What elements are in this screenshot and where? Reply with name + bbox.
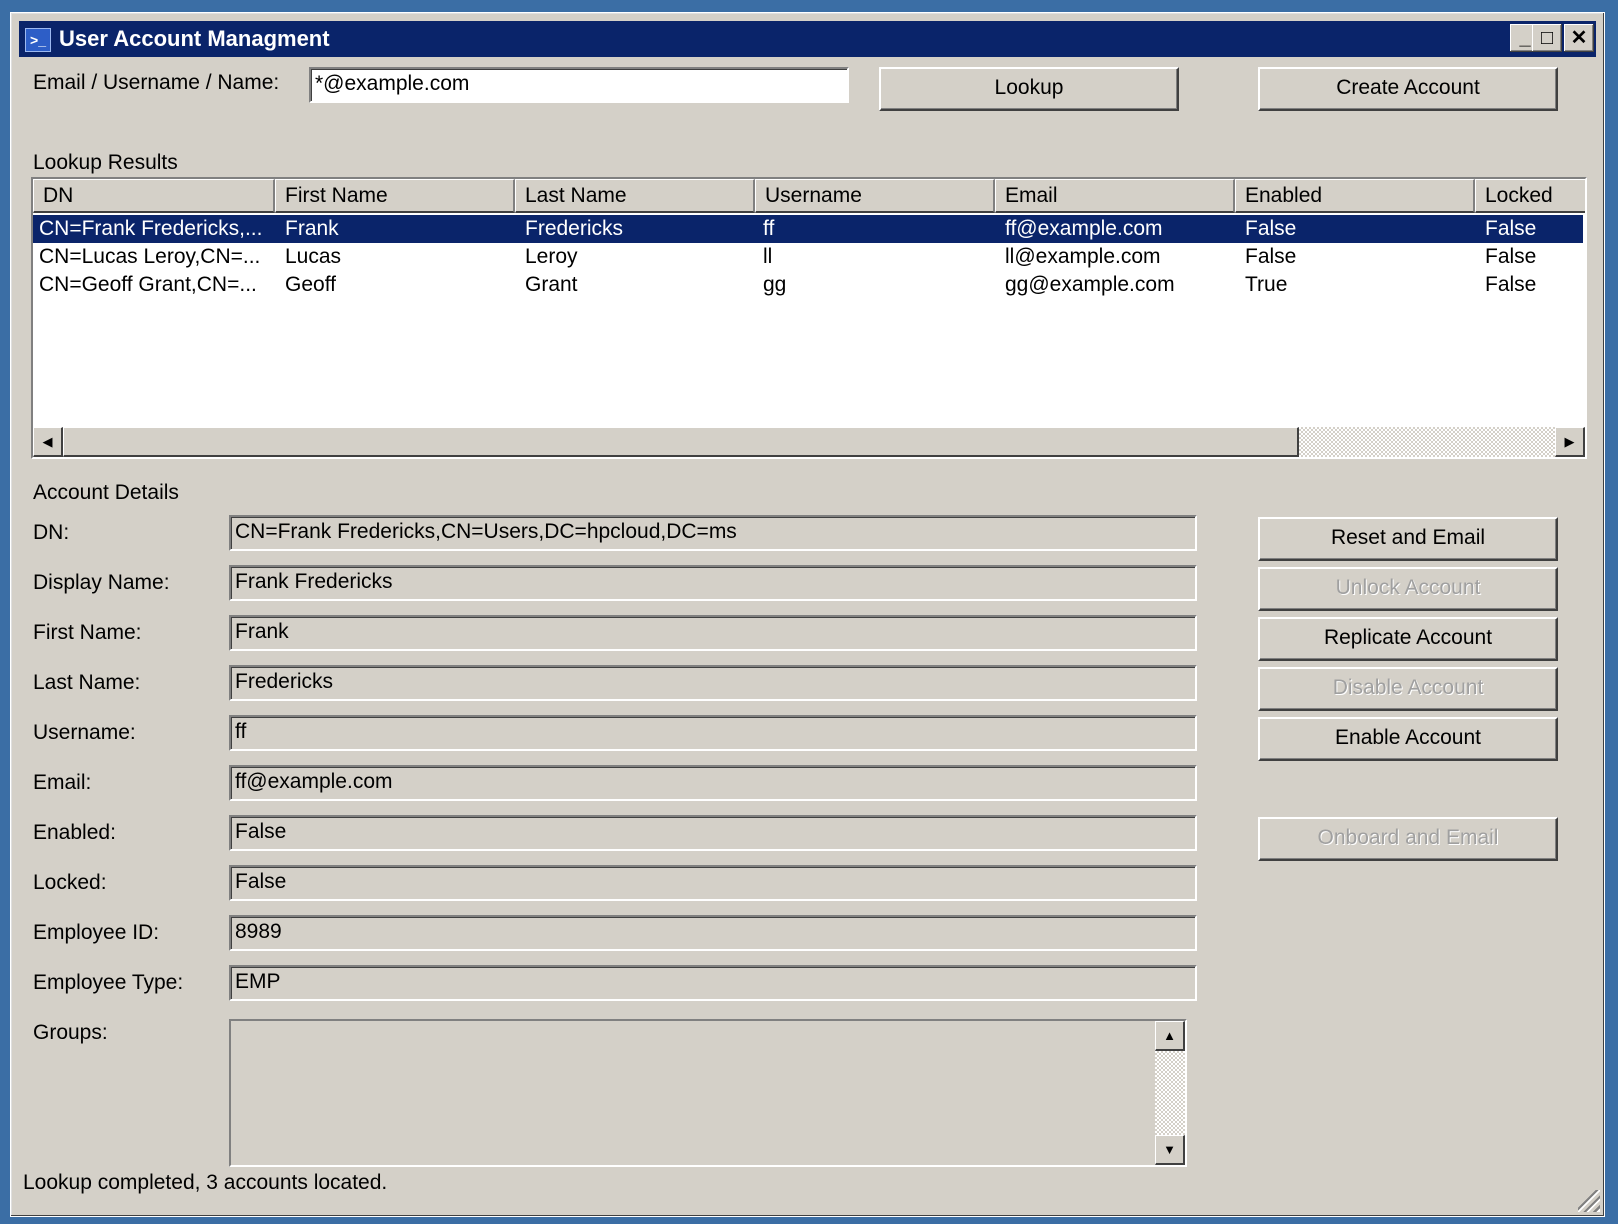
- scroll-up-icon[interactable]: ▲: [1155, 1021, 1185, 1051]
- cell-email: ff@example.com: [1005, 217, 1163, 240]
- table-row[interactable]: CN=Geoff Grant,CN=... Geoff Grant gg gg@…: [33, 271, 1583, 299]
- cell-locked: False: [1485, 273, 1537, 296]
- locked-label: Locked:: [33, 871, 107, 894]
- cell-enabled: True: [1245, 273, 1288, 296]
- search-input[interactable]: *@example.com: [309, 67, 849, 103]
- employee-type-label: Employee Type:: [33, 971, 184, 994]
- cell-username: gg: [763, 273, 787, 296]
- cell-email: ll@example.com: [1005, 245, 1161, 268]
- title-bar[interactable]: >_ User Account Managment _ □ ✕: [19, 21, 1596, 57]
- scroll-left-icon[interactable]: ◀: [33, 427, 63, 457]
- first-name-label: First Name:: [33, 621, 142, 644]
- scroll-right-icon[interactable]: ▶: [1555, 427, 1585, 457]
- cell-username: ff: [763, 217, 775, 240]
- resize-grip-icon[interactable]: [1578, 1190, 1600, 1212]
- horizontal-scrollbar[interactable]: ◀ ▶: [33, 427, 1585, 457]
- cell-dn: CN=Geoff Grant,CN=...: [39, 273, 257, 296]
- listview-header: DN First Name Last Name Username Email E…: [33, 179, 1585, 213]
- lookup-button[interactable]: Lookup: [879, 67, 1179, 111]
- cell-first-name: Geoff: [285, 273, 336, 296]
- cell-enabled: False: [1245, 217, 1297, 240]
- account-details-label: Account Details: [33, 481, 179, 504]
- dn-field[interactable]: CN=Frank Fredericks,CN=Users,DC=hpcloud,…: [229, 515, 1197, 551]
- cell-last-name: Leroy: [525, 245, 578, 268]
- status-text: Lookup completed, 3 accounts located.: [23, 1171, 388, 1194]
- onboard-and-email-button[interactable]: Onboard and Email: [1258, 817, 1558, 861]
- column-header-dn[interactable]: DN: [33, 179, 275, 213]
- search-label: Email / Username / Name:: [33, 71, 280, 94]
- column-header-enabled[interactable]: Enabled: [1235, 179, 1475, 213]
- maximize-button[interactable]: □: [1532, 24, 1562, 52]
- cell-last-name: Grant: [525, 273, 578, 296]
- column-header-locked[interactable]: Locked: [1475, 179, 1585, 213]
- cell-first-name: Lucas: [285, 245, 342, 268]
- email-label: Email:: [33, 771, 92, 794]
- table-row[interactable]: CN=Frank Fredericks,... Frank Fredericks…: [33, 215, 1583, 243]
- last-name-label: Last Name:: [33, 671, 141, 694]
- cell-username: ll: [763, 245, 773, 268]
- unlock-account-button[interactable]: Unlock Account: [1258, 567, 1558, 611]
- replicate-account-button[interactable]: Replicate Account: [1258, 617, 1558, 661]
- first-name-field[interactable]: Frank: [229, 615, 1197, 651]
- cell-email: gg@example.com: [1005, 273, 1175, 296]
- window-title: User Account Managment: [59, 26, 330, 51]
- scroll-thumb[interactable]: [63, 427, 1299, 457]
- disable-account-button[interactable]: Disable Account: [1258, 667, 1558, 711]
- employee-id-label: Employee ID:: [33, 921, 160, 944]
- close-button[interactable]: ✕: [1564, 24, 1594, 52]
- last-name-field[interactable]: Fredericks: [229, 665, 1197, 701]
- cell-dn: CN=Frank Fredericks,...: [39, 217, 263, 240]
- username-field[interactable]: ff: [229, 715, 1197, 751]
- column-header-username[interactable]: Username: [755, 179, 995, 213]
- cell-dn: CN=Lucas Leroy,CN=...: [39, 245, 261, 268]
- enabled-label: Enabled:: [33, 821, 116, 844]
- display-name-label: Display Name:: [33, 571, 170, 594]
- column-header-first-name[interactable]: First Name: [275, 179, 515, 213]
- column-header-email[interactable]: Email: [995, 179, 1235, 213]
- employee-id-field[interactable]: 8989: [229, 915, 1197, 951]
- cell-last-name: Fredericks: [525, 217, 624, 240]
- cell-enabled: False: [1245, 245, 1297, 268]
- scroll-down-icon[interactable]: ▼: [1155, 1135, 1185, 1165]
- lookup-results-label: Lookup Results: [33, 151, 178, 174]
- enable-account-button[interactable]: Enable Account: [1258, 717, 1558, 761]
- table-row[interactable]: CN=Lucas Leroy,CN=... Lucas Leroy ll ll@…: [33, 243, 1583, 271]
- results-listview[interactable]: DN First Name Last Name Username Email E…: [31, 177, 1587, 459]
- reset-and-email-button[interactable]: Reset and Email: [1258, 517, 1558, 561]
- dn-label: DN:: [33, 521, 70, 544]
- cell-first-name: Frank: [285, 217, 339, 240]
- cell-locked: False: [1485, 245, 1537, 268]
- groups-textarea[interactable]: ▲ ▼: [229, 1019, 1187, 1167]
- enabled-field[interactable]: False: [229, 815, 1197, 851]
- display-name-field[interactable]: Frank Fredericks: [229, 565, 1197, 601]
- locked-field[interactable]: False: [229, 865, 1197, 901]
- email-field[interactable]: ff@example.com: [229, 765, 1197, 801]
- powershell-icon: >_: [25, 28, 51, 52]
- column-header-last-name[interactable]: Last Name: [515, 179, 755, 213]
- username-label: Username:: [33, 721, 136, 744]
- groups-label: Groups:: [33, 1021, 108, 1044]
- cell-locked: False: [1485, 217, 1537, 240]
- employee-type-field[interactable]: EMP: [229, 965, 1197, 1001]
- vertical-scrollbar[interactable]: ▲ ▼: [1155, 1021, 1185, 1165]
- main-window: >_ User Account Managment _ □ ✕ Email / …: [10, 12, 1605, 1217]
- create-account-button[interactable]: Create Account: [1258, 67, 1558, 111]
